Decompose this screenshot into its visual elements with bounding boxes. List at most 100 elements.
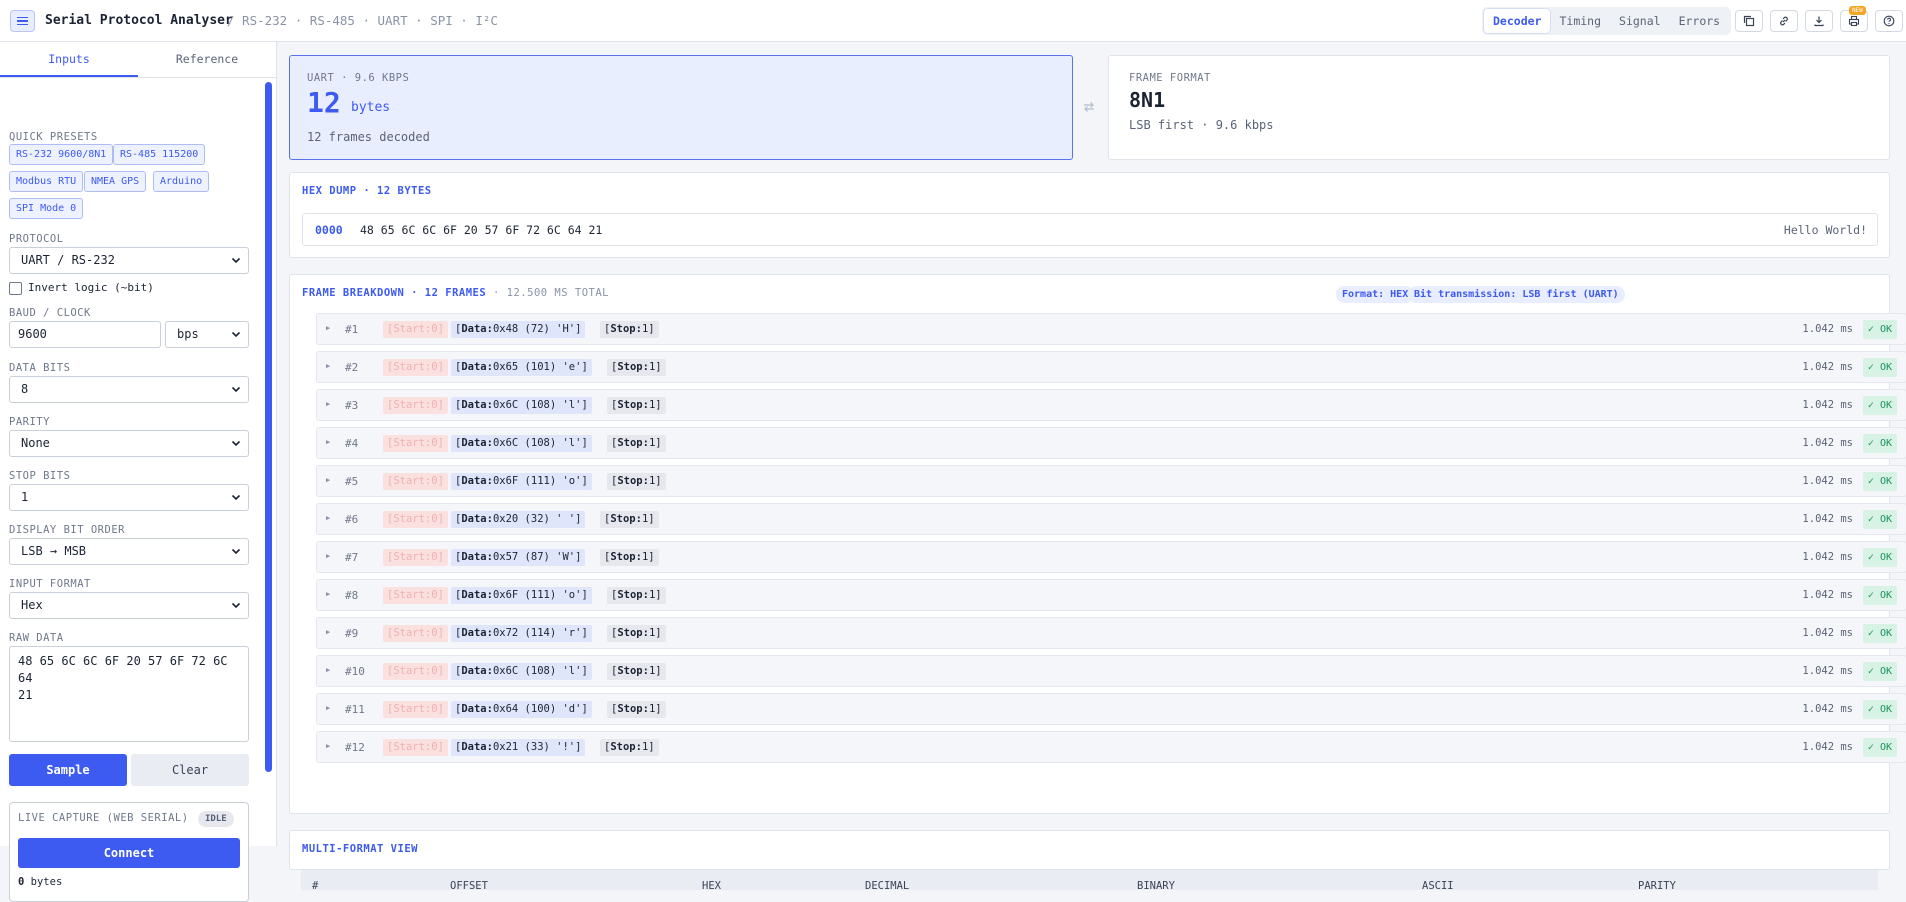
expand-triangle-icon[interactable]: ▶ xyxy=(326,362,330,370)
baud-input[interactable]: 9600 xyxy=(9,321,161,348)
input-format-select[interactable]: Hex xyxy=(9,592,249,619)
preset-modbus[interactable]: Modbus RTU xyxy=(9,171,84,192)
link-icon[interactable] xyxy=(1770,10,1798,32)
help-icon[interactable] xyxy=(1875,10,1903,32)
breakdown-total: · 12.500 MS TOTAL xyxy=(493,287,609,299)
sample-button[interactable]: Sample xyxy=(9,754,127,786)
bytes-readout: 0 bytes xyxy=(18,876,62,888)
uart-summary-card[interactable]: UART · 9.6 KBPS 12 bytes 12 frames decod… xyxy=(289,55,1073,160)
stop-bits-select[interactable]: 1 xyxy=(9,484,249,511)
start-bit-tag: [Start:0] xyxy=(383,701,448,718)
frame-duration: 1.042 ms xyxy=(1802,437,1853,449)
stop-value: 1] xyxy=(648,475,662,487)
frame-duration: 1.042 ms xyxy=(1802,361,1853,373)
data-tag: [Data:0x21 (33) '!'] xyxy=(451,739,586,756)
frame-row[interactable]: ▶ #12 [Start:0] [Data:0x21 (33) '!'] [Stop:1… xyxy=(316,731,1906,763)
preset-rs485[interactable]: RS-485 115200 xyxy=(113,144,206,165)
frame-row[interactable]: ▶ #8 [Start:0] [Data:0x6F (111) 'o'] [Stop:1… xyxy=(316,579,1906,611)
data-bits-select[interactable]: 8 xyxy=(9,376,249,403)
preset-rs232[interactable]: RS-232 9600/8N1 xyxy=(9,144,114,165)
bit-transmission-pill: Bit transmission: LSB first (UART) xyxy=(1408,286,1625,303)
frame-row[interactable]: ▶ #1 [Start:0] [Data:0x48 (72) 'H'] [Stop:1]… xyxy=(316,313,1906,345)
bit-order-label: DISPLAY BIT ORDER xyxy=(9,524,125,536)
tab-inputs[interactable]: Inputs xyxy=(0,42,138,77)
chevron-down-icon xyxy=(231,257,241,264)
clear-button[interactable]: Clear xyxy=(131,754,249,786)
stop-bit-tag: [Stop:1] xyxy=(607,663,666,680)
sidebar-scrollbar[interactable] xyxy=(265,82,272,772)
tab-signal[interactable]: Signal xyxy=(1610,9,1670,33)
baud-unit-select[interactable]: bps xyxy=(165,321,249,348)
data-value: 0x65 (101) 'e'] xyxy=(492,361,588,373)
frame-row[interactable]: ▶ #9 [Start:0] [Data:0x72 (114) 'r'] [Stop:1… xyxy=(316,617,1906,649)
stop-value: 1] xyxy=(648,627,662,639)
bytes-label: bytes xyxy=(30,876,63,888)
new-badge: NEW xyxy=(1849,6,1866,15)
tab-errors[interactable]: Errors xyxy=(1670,9,1730,33)
chevron-down-icon xyxy=(231,386,241,393)
breakdown-title-text: FRAME BREAKDOWN · 12 FRAMES xyxy=(302,287,487,299)
expand-triangle-icon[interactable]: ▶ xyxy=(326,552,330,560)
frame-index: #12 xyxy=(345,741,365,754)
download-icon[interactable] xyxy=(1805,10,1833,32)
input-format-label: INPUT FORMAT xyxy=(9,578,91,590)
frame-index: #2 xyxy=(345,361,359,374)
raw-data-textarea[interactable]: 48 65 6C 6C 6F 20 57 6F 72 6C 64 21 xyxy=(9,646,249,742)
bit-order-select[interactable]: LSB → MSB xyxy=(9,538,249,565)
expand-triangle-icon[interactable]: ▶ xyxy=(326,628,330,636)
app-subtitle: / RS-232 · RS-485 · UART · SPI · I²C xyxy=(227,13,498,28)
expand-triangle-icon[interactable]: ▶ xyxy=(326,514,330,522)
stop-value: 1] xyxy=(648,665,662,677)
top-bar: Serial Protocol Analyser / RS-232 · RS-4… xyxy=(0,0,1906,42)
expand-triangle-icon[interactable]: ▶ xyxy=(326,400,330,408)
frame-row[interactable]: ▶ #4 [Start:0] [Data:0x6C (108) 'l'] [Stop:1… xyxy=(316,427,1906,459)
status-badge: ✓ OK xyxy=(1862,434,1897,453)
preset-arduino[interactable]: Arduino xyxy=(153,171,210,192)
data-tag: [Data:0x6C (108) 'l'] xyxy=(451,435,592,452)
invert-checkbox[interactable] xyxy=(9,282,22,295)
parity-value: None xyxy=(21,436,50,450)
col-offset: OFFSET xyxy=(450,880,488,892)
tab-timing[interactable]: Timing xyxy=(1550,9,1610,33)
expand-triangle-icon[interactable]: ▶ xyxy=(326,438,330,446)
tab-decoder[interactable]: Decoder xyxy=(1484,9,1551,33)
start-bit-tag: [Start:0] xyxy=(383,359,448,376)
frame-row[interactable]: ▶ #5 [Start:0] [Data:0x6F (111) 'o'] [Stop:1… xyxy=(316,465,1906,497)
frame-row[interactable]: ▶ #6 [Start:0] [Data:0x20 (32) ' '] [Stop:1]… xyxy=(316,503,1906,535)
expand-triangle-icon[interactable]: ▶ xyxy=(326,704,330,712)
frame-duration: 1.042 ms xyxy=(1802,703,1853,715)
stop-bit-tag: [Stop:1] xyxy=(607,625,666,642)
frame-row[interactable]: ▶ #10 [Start:0] [Data:0x6C (108) 'l'] [Stop:… xyxy=(316,655,1906,687)
parity-label: PARITY xyxy=(9,416,50,428)
stop-key: Stop: xyxy=(610,513,642,525)
frame-row[interactable]: ▶ #7 [Start:0] [Data:0x57 (87) 'W'] [Stop:1]… xyxy=(316,541,1906,573)
frame-index: #6 xyxy=(345,513,359,526)
bytes-count: 0 xyxy=(18,876,25,888)
protocol-select[interactable]: UART / RS-232 xyxy=(9,247,249,274)
status-badge: ✓ OK xyxy=(1862,624,1897,643)
parity-select[interactable]: None xyxy=(9,430,249,457)
expand-triangle-icon[interactable]: ▶ xyxy=(326,666,330,674)
preset-spi[interactable]: SPI Mode 0 xyxy=(9,198,84,219)
format-detail: LSB first · 9.6 kbps xyxy=(1129,118,1274,132)
stop-bit-tag: [Stop:1] xyxy=(607,701,666,718)
frame-row[interactable]: ▶ #2 [Start:0] [Data:0x65 (101) 'e'] [Stop:1… xyxy=(316,351,1906,383)
tab-reference[interactable]: Reference xyxy=(138,42,276,77)
baud-unit-value: bps xyxy=(177,327,199,341)
frames-decoded: 12 frames decoded xyxy=(307,130,430,144)
data-value: 0x6F (111) 'o'] xyxy=(492,475,588,487)
data-bits-value: 8 xyxy=(21,382,29,396)
menu-icon[interactable] xyxy=(10,10,35,32)
expand-triangle-icon[interactable]: ▶ xyxy=(326,324,330,332)
expand-triangle-icon[interactable]: ▶ xyxy=(326,742,330,750)
preset-nmea[interactable]: NMEA GPS xyxy=(84,171,147,192)
data-tag: [Data:0x20 (32) ' '] xyxy=(451,511,586,528)
data-key: Data: xyxy=(461,589,493,601)
expand-triangle-icon[interactable]: ▶ xyxy=(326,590,330,598)
copy-icon[interactable] xyxy=(1735,10,1763,32)
connect-button[interactable]: Connect xyxy=(18,838,240,868)
frame-row[interactable]: ▶ #3 [Start:0] [Data:0x6C (108) 'l'] [Stop:1… xyxy=(316,389,1906,421)
frame-row[interactable]: ▶ #11 [Start:0] [Data:0x64 (100) 'd'] [Stop:… xyxy=(316,693,1906,725)
expand-triangle-icon[interactable]: ▶ xyxy=(326,476,330,484)
col-decimal: DECIMAL xyxy=(865,880,910,892)
